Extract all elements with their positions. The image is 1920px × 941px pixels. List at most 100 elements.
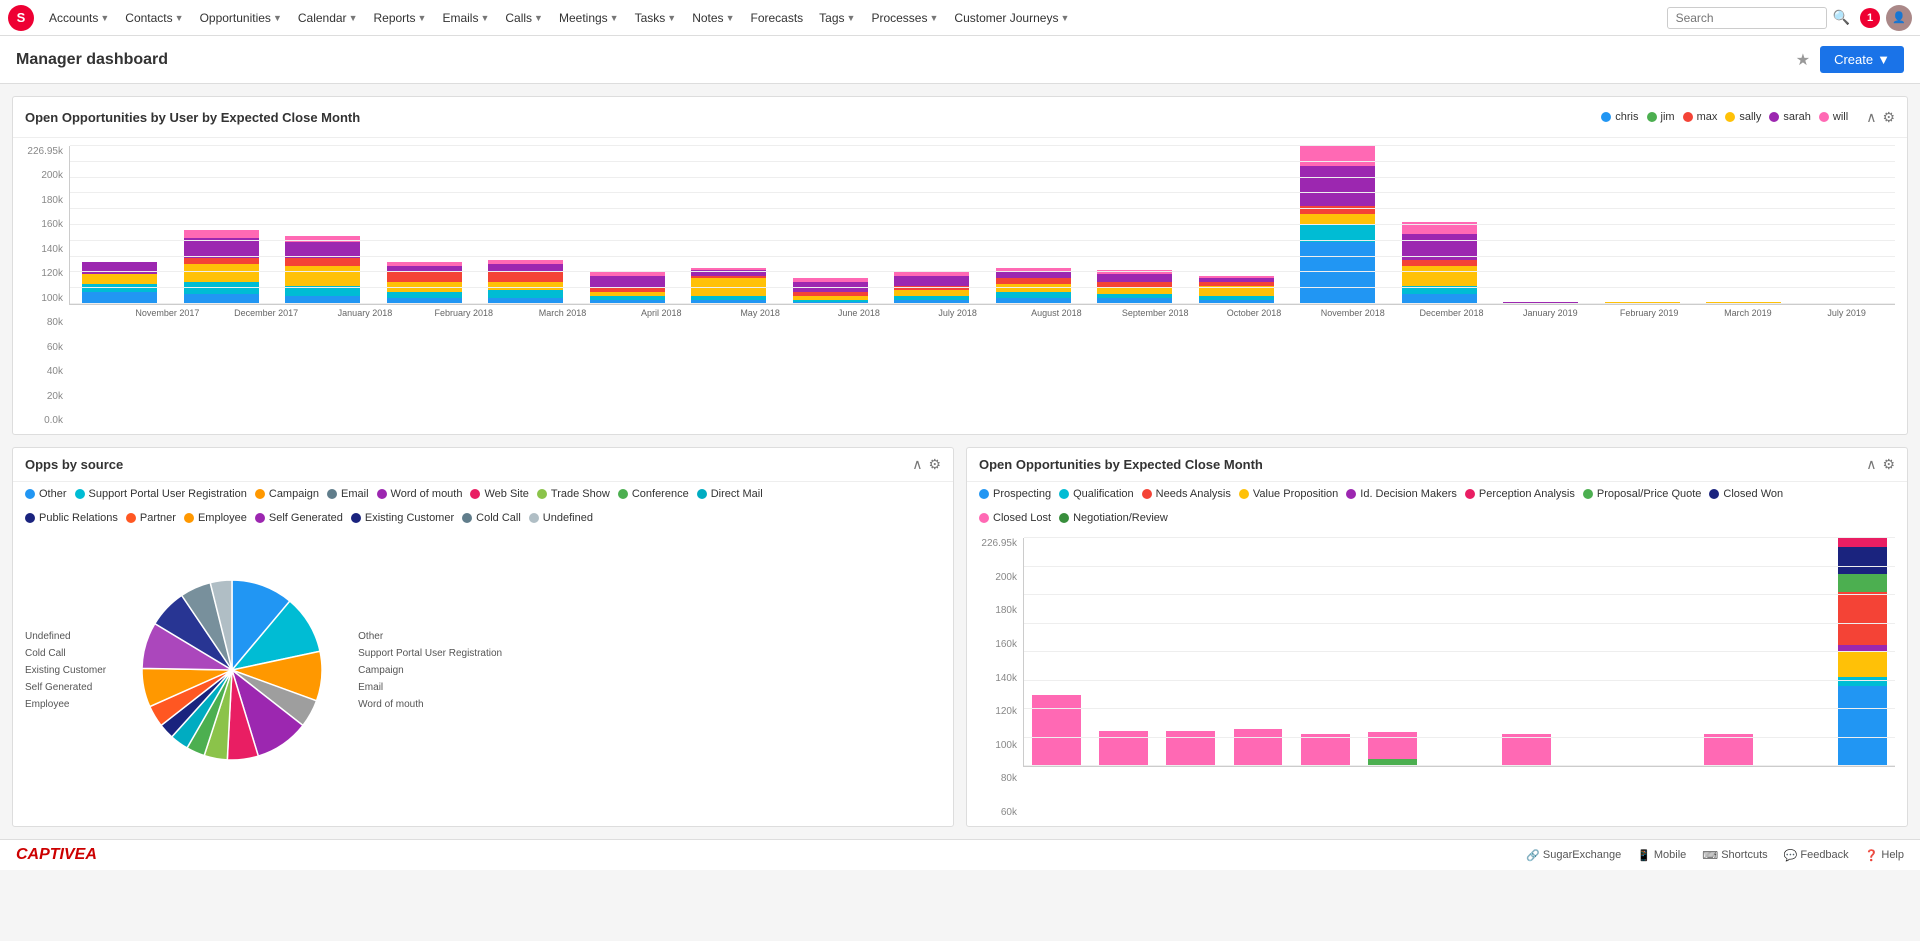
bar-stack [1502, 734, 1551, 766]
search-input[interactable] [1667, 7, 1827, 29]
footer-shortcuts[interactable]: ⌨ Shortcuts [1702, 849, 1767, 862]
y-label: 160k [975, 639, 1017, 650]
nav-tags[interactable]: Tags ▼ [812, 0, 862, 36]
bar-segment [387, 272, 462, 282]
bar-segment [1097, 298, 1172, 304]
x-label: July 2019 [1798, 305, 1895, 318]
open-opps-settings-button[interactable]: ⚙ [1882, 456, 1895, 473]
open-opps-collapse-button[interactable]: ∧ [1866, 456, 1876, 473]
legend-item-Perception Analysis: Perception Analysis [1465, 488, 1575, 500]
x-label: January 2019 [1502, 305, 1599, 318]
nav-calls[interactable]: Calls ▼ [498, 0, 550, 36]
x-label: December 2017 [218, 305, 315, 318]
bar-segment [387, 298, 462, 304]
bar-segment [691, 300, 766, 304]
bar-segment [793, 302, 868, 304]
legend-item-Support Portal User Registration: Support Portal User Registration [75, 488, 247, 500]
open-opps-y-axis: 60k80k100k120k140k160k180k200k226.95k [975, 538, 1023, 818]
grid-line [70, 192, 1895, 193]
nav-logo[interactable]: S [8, 5, 34, 31]
bar-stack [590, 272, 665, 304]
nav-reports[interactable]: Reports ▼ [366, 0, 433, 36]
x-label: February 2019 [1601, 305, 1698, 318]
open-opps-header: Open Opportunities by Expected Close Mon… [967, 448, 1907, 482]
nav-contacts[interactable]: Contacts ▼ [118, 0, 190, 36]
footer-help[interactable]: ❓ Help [1865, 849, 1904, 862]
bar-segment [996, 284, 1071, 292]
legend-item-jim: jim [1647, 111, 1675, 123]
bar-segment [590, 300, 665, 304]
bar-segment [488, 298, 563, 304]
user-avatar[interactable]: 👤 [1886, 5, 1912, 31]
bar-segment [1402, 266, 1477, 286]
top-chart-legend: chrisjimmaxsallysarahwill [1589, 105, 1860, 129]
bar-segment [1706, 302, 1781, 304]
bar-group [1225, 729, 1290, 766]
top-chart-x-labels: November 2017December 2017January 2018Fe… [69, 305, 1895, 318]
bar-segment [82, 262, 157, 274]
nav-notes[interactable]: Notes ▼ [685, 0, 741, 36]
nav-tasks[interactable]: Tasks ▼ [628, 0, 684, 36]
top-chart-settings-button[interactable]: ⚙ [1882, 105, 1895, 129]
top-chart-header: Open Opportunities by User by Expected C… [13, 97, 1907, 138]
nav-customer-journeys[interactable]: Customer Journeys ▼ [947, 0, 1076, 36]
legend-item-Id. Decision Makers: Id. Decision Makers [1346, 488, 1457, 500]
top-chart-collapse-button[interactable]: ∧ [1866, 105, 1876, 129]
bar-segment [996, 298, 1071, 304]
open-opps-legend-row2: Closed LostNegotiation/Review [967, 506, 1907, 530]
search-icon[interactable]: 🔍 [1833, 9, 1850, 26]
bar-group [1293, 734, 1358, 766]
nav-calls-arrow: ▼ [534, 13, 543, 23]
nav-accounts[interactable]: Accounts ▼ [42, 0, 116, 36]
nav-emails[interactable]: Emails ▼ [435, 0, 496, 36]
open-opps-legend-row1: ProspectingQualificationNeeds AnalysisVa… [967, 482, 1907, 506]
nav-customer-journeys-arrow: ▼ [1060, 13, 1069, 23]
nav-calendar[interactable]: Calendar ▼ [291, 0, 365, 36]
footer-mobile[interactable]: 📱 Mobile [1637, 849, 1686, 862]
bar-segment [82, 274, 157, 284]
pie-label-right: Email [358, 682, 502, 693]
pie-label-right: Word of mouth [358, 699, 502, 710]
bar-segment [1502, 734, 1551, 766]
footer-feedback[interactable]: 💬 Feedback [1784, 849, 1849, 862]
opps-source-settings-button[interactable]: ⚙ [928, 456, 941, 473]
y-label: 200k [21, 170, 63, 181]
footer-sugarexchange[interactable]: 🔗 SugarExchange [1526, 849, 1621, 862]
opps-source-collapse-button[interactable]: ∧ [912, 456, 922, 473]
bar-segment [894, 276, 969, 286]
nav-opportunities[interactable]: Opportunities ▼ [193, 0, 289, 36]
bar-group [476, 260, 576, 304]
legend-item-Value Proposition: Value Proposition [1239, 488, 1338, 500]
bar-stack [488, 260, 563, 304]
legend-item-Prospecting: Prospecting [979, 488, 1051, 500]
legend-item-Public Relations: Public Relations [25, 512, 118, 524]
opps-source-legend-row2: Public RelationsPartnerEmployeeSelf Gene… [13, 506, 953, 530]
legend-item-Web Site: Web Site [470, 488, 528, 500]
x-label: February 2018 [415, 305, 512, 318]
top-chart-panel: Open Opportunities by User by Expected C… [12, 96, 1908, 435]
bar-stack [1704, 734, 1753, 766]
create-button[interactable]: Create ▼ [1820, 46, 1904, 73]
notification-badge[interactable]: 1 [1860, 8, 1880, 28]
y-label: 80k [21, 317, 63, 328]
bar-group [578, 272, 678, 304]
nav-accounts-arrow: ▼ [100, 13, 109, 23]
bar-stack [1838, 538, 1887, 766]
nav-processes[interactable]: Processes ▼ [864, 0, 945, 36]
bar-segment [387, 282, 462, 292]
pie-label-left: Existing Customer [25, 665, 106, 676]
bar-group [273, 236, 373, 304]
legend-item-Negotiation/Review: Negotiation/Review [1059, 512, 1168, 524]
bar-stack [1166, 731, 1215, 766]
nav-forecasts[interactable]: Forecasts [743, 0, 810, 36]
pie-label-right: Support Portal User Registration [358, 648, 502, 659]
open-opps-panel: Open Opportunities by Expected Close Mon… [966, 447, 1908, 827]
favorite-icon[interactable]: ★ [1796, 50, 1810, 70]
x-label: May 2018 [712, 305, 809, 318]
bar-group [679, 268, 779, 304]
bar-group [1085, 270, 1185, 304]
bar-segment [1301, 734, 1350, 766]
grid-line [1024, 537, 1895, 538]
nav-meetings[interactable]: Meetings ▼ [552, 0, 626, 36]
bar-stack [184, 230, 259, 304]
